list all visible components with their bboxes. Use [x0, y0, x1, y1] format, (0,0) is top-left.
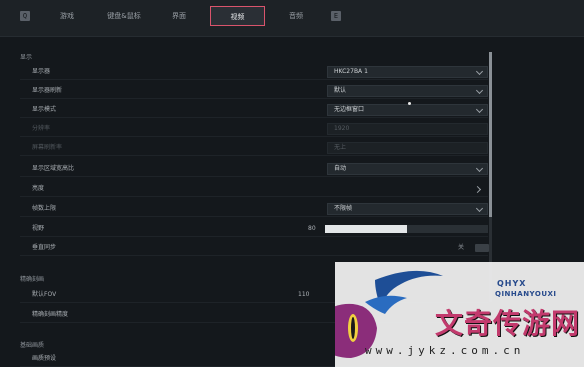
- tab-interface[interactable]: 界面: [162, 6, 196, 26]
- row-label: 显示器: [32, 68, 51, 75]
- aspect-dropdown[interactable]: 自动: [327, 163, 488, 175]
- row-label: 垂直同步: [32, 244, 57, 251]
- refresh-rate-dropdown: 无上: [327, 142, 488, 154]
- tab-keyboard-mouse[interactable]: 键盘&鼠标: [99, 6, 149, 26]
- chevron-down-icon: [475, 204, 484, 213]
- mouse-cursor: [408, 102, 411, 105]
- row-brightness[interactable]: 亮度: [20, 182, 488, 197]
- row-monitor[interactable]: 显示器 HKC27BA 1: [20, 65, 488, 80]
- settings-tab-bar: Q 游戏 键盘&鼠标 界面 视频 音频 E: [0, 0, 584, 37]
- section-performance: 精确刻画: [20, 276, 45, 283]
- chevron-down-icon: [475, 67, 484, 76]
- chevron-right-icon[interactable]: [473, 185, 482, 194]
- fov-value: 80: [308, 225, 316, 232]
- chevron-down-icon: [475, 164, 484, 173]
- dropdown-value: 无上: [334, 144, 347, 151]
- vsync-toggle[interactable]: [475, 244, 489, 252]
- dropdown-value: 无边框窗口: [334, 106, 365, 113]
- vsync-state: 关: [458, 244, 465, 251]
- fps-limit-dropdown[interactable]: 不限帧: [327, 203, 488, 215]
- chevron-down-icon: [475, 86, 484, 95]
- row-label: 屏幕刷新率: [32, 144, 63, 151]
- display-mode-dropdown[interactable]: 无边框窗口: [327, 104, 488, 116]
- watermark-url: www.jykz.com.cn: [365, 344, 525, 357]
- scrollbar-thumb[interactable]: [489, 52, 492, 217]
- row-label: 显示区域宽高比: [32, 165, 75, 172]
- row-aspect[interactable]: 显示区域宽高比 自动: [20, 162, 488, 177]
- dropdown-value: 自动: [334, 165, 347, 172]
- tab-audio[interactable]: 音频: [279, 6, 313, 26]
- section-display: 显示: [20, 54, 33, 61]
- resolution-dropdown: 1920: [327, 123, 488, 135]
- watermark: QHYX QINHANYOUXI 文奇传游网 www.jykz.com.cn: [335, 262, 584, 367]
- dropdown-value: 不限帧: [334, 205, 353, 212]
- watermark-english: QINHANYOUXI: [495, 290, 557, 298]
- row-fov[interactable]: 视野 80: [20, 222, 488, 237]
- fov-slider-fill: [325, 225, 407, 233]
- row-label: 默认FOV: [32, 291, 57, 298]
- row-display-mode[interactable]: 显示模式 无边框窗口: [20, 103, 488, 118]
- fov-slider[interactable]: [325, 225, 488, 233]
- default-fov-value: 110: [298, 291, 310, 298]
- row-resolution: 分辨率 1920: [20, 122, 488, 137]
- row-fps-limit[interactable]: 帧数上限 不限帧: [20, 202, 488, 217]
- row-label: 精确刻画精度: [32, 311, 69, 318]
- row-label: 帧数上限: [32, 205, 57, 212]
- section-basic: 基础画质: [20, 342, 45, 349]
- row-label: 显示模式: [32, 106, 57, 113]
- row-label: 亮度: [32, 185, 45, 192]
- row-label: 画质预设: [32, 355, 57, 362]
- res-scale-dropdown[interactable]: 默认: [327, 85, 488, 97]
- watermark-brand: QHYX: [497, 279, 527, 288]
- dropdown-value: HKC27BA 1: [334, 68, 368, 75]
- tab-video[interactable]: 视频: [210, 6, 265, 26]
- chevron-down-icon: [475, 105, 484, 114]
- tab-game[interactable]: 游戏: [50, 6, 84, 26]
- row-res-scale[interactable]: 显示器刷新 默认: [20, 84, 488, 99]
- row-refresh-rate: 屏幕刷新率 无上: [20, 141, 488, 156]
- monitor-dropdown[interactable]: HKC27BA 1: [327, 66, 488, 78]
- row-vsync[interactable]: 垂直同步 关: [20, 241, 489, 256]
- next-tab-key[interactable]: E: [331, 11, 341, 21]
- prev-tab-key[interactable]: Q: [20, 11, 30, 21]
- dropdown-value: 默认: [334, 87, 347, 94]
- dropdown-value: 1920: [334, 125, 350, 132]
- row-label: 视野: [32, 225, 45, 232]
- row-label: 分辨率: [32, 125, 51, 132]
- row-label: 显示器刷新: [32, 87, 63, 94]
- watermark-chinese: 文奇传游网: [435, 307, 581, 340]
